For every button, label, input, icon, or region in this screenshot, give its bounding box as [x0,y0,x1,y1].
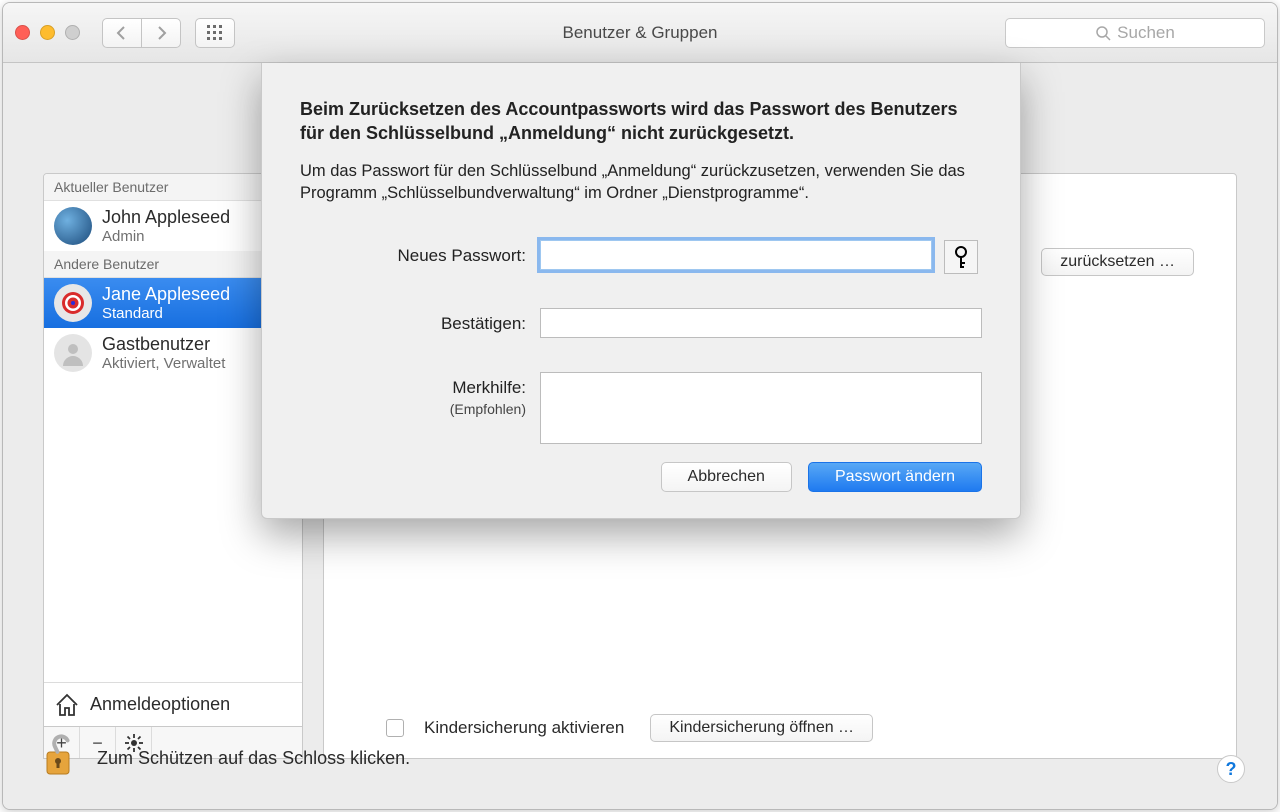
grid-icon [207,25,223,41]
unlocked-lock-icon[interactable] [39,734,79,783]
forward-button[interactable] [141,18,181,48]
search-icon [1095,25,1111,41]
zoom-window-button[interactable] [65,25,80,40]
sheet-title: Beim Zurücksetzen des Accountpassworts w… [300,97,982,146]
verify-label: Bestätigen: [300,308,540,334]
hint-label: Merkhilfe: (Empfohlen) [300,372,540,419]
reset-password-button[interactable]: zurücksetzen … [1041,248,1194,276]
open-parental-controls-button[interactable]: Kindersicherung öffnen … [650,714,873,742]
lock-row: Zum Schützen auf das Schloss klicken. [39,734,410,783]
key-icon [952,246,970,268]
chevron-right-icon [155,26,167,40]
titlebar: Benutzer & Gruppen Suchen [3,3,1277,63]
help-icon: ? [1226,759,1237,780]
minimize-window-button[interactable] [40,25,55,40]
user-role: Aktiviert, Verwaltet [102,355,225,372]
hint-input[interactable] [540,372,982,444]
traffic-lights [15,25,80,40]
user-name: Jane Appleseed [102,284,230,305]
change-password-button[interactable]: Passwort ändern [808,462,982,492]
user-role: Standard [102,305,230,322]
help-button[interactable]: ? [1217,755,1245,783]
prefs-window: Benutzer & Gruppen Suchen Aktueller Benu… [2,2,1278,810]
user-name: Gastbenutzer [102,334,225,355]
sheet-buttons: Abbrechen Passwort ändern [300,462,982,492]
user-role: Admin [102,228,230,245]
search-placeholder: Suchen [1117,23,1175,43]
cancel-button[interactable]: Abbrechen [661,462,792,492]
back-button[interactable] [102,18,142,48]
verify-password-input[interactable] [540,308,982,338]
user-name: John Appleseed [102,207,230,228]
login-options-label: Anmeldeoptionen [90,694,230,715]
nav-segment [102,18,181,48]
lock-hint: Zum Schützen auf das Schloss klicken. [97,748,410,769]
new-password-input[interactable] [540,240,932,270]
reset-password-sheet: Beim Zurücksetzen des Accountpassworts w… [261,63,1021,519]
password-assistant-button[interactable] [944,240,978,274]
password-form: Neues Passwort: Bestätigen: Merkhilfe: (… [300,240,982,444]
hint-sublabel: (Empfohlen) [450,401,526,417]
login-options-row[interactable]: Anmeldeoptionen [44,682,302,726]
close-window-button[interactable] [15,25,30,40]
chevron-left-icon [116,26,128,40]
avatar [54,334,92,372]
avatar [54,207,92,245]
house-icon [54,692,80,718]
sheet-subtitle: Um das Passwort für den Schlüsselbund „A… [300,160,982,205]
new-password-label: Neues Passwort: [300,240,540,266]
show-all-button[interactable] [195,18,235,48]
avatar [54,284,92,322]
search-field[interactable]: Suchen [1005,18,1265,48]
parental-controls-label: Kindersicherung aktivieren [424,718,624,738]
